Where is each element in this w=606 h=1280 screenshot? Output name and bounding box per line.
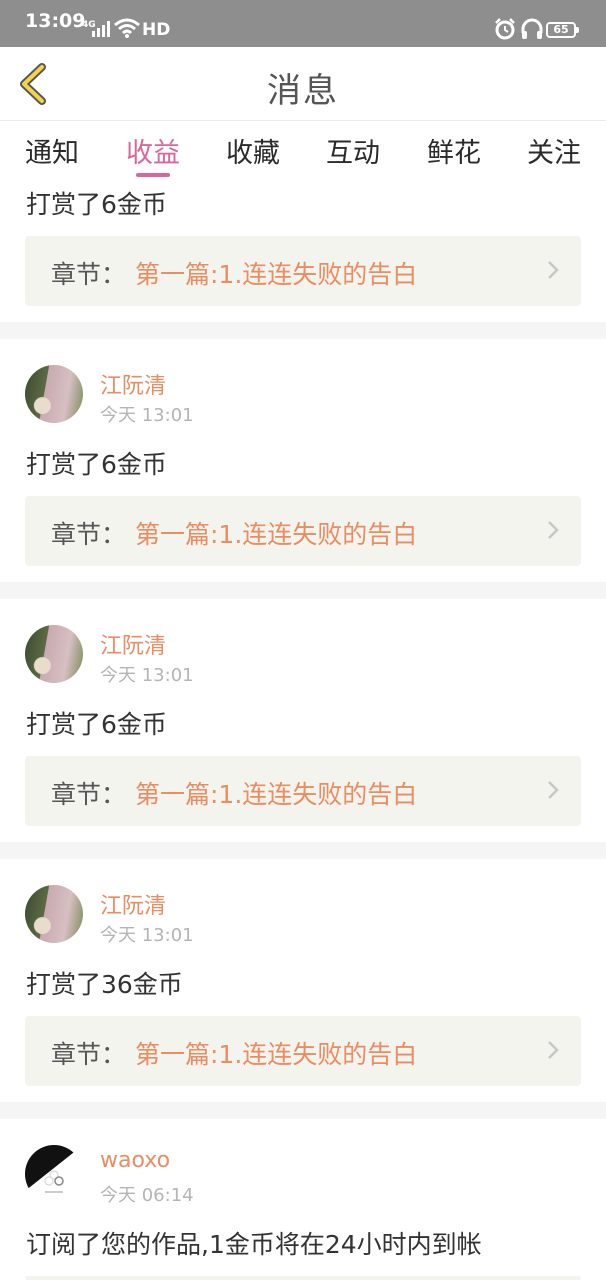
message-time: 今天 13:01 bbox=[100, 665, 194, 686]
status-time: 13:09 bbox=[25, 10, 86, 32]
nav-header: 消息 bbox=[0, 47, 606, 121]
list-item: 江阮清 今天 13:01 打赏了6金币 章节： 第一篇:1.连连失败的告白 bbox=[0, 599, 606, 842]
message-text: 打赏了36金币 bbox=[26, 970, 183, 999]
chevron-right-icon bbox=[548, 781, 559, 799]
message-time: 今天 06:14 bbox=[100, 1185, 194, 1206]
list-item: 打赏了6金币 章节： 第一篇:1.连连失败的告白 bbox=[0, 181, 606, 322]
status-bar: 13:09 4G HD 65 bbox=[0, 0, 606, 47]
avatar[interactable] bbox=[25, 1145, 83, 1203]
divider bbox=[0, 842, 606, 859]
active-tab-indicator bbox=[136, 173, 170, 177]
battery-icon: 65 bbox=[546, 22, 579, 38]
chevron-right-icon bbox=[548, 521, 559, 539]
chapter-label: 章节： bbox=[51, 780, 127, 809]
message-time: 今天 13:01 bbox=[100, 405, 194, 426]
chapter-name: 第一篇:1.连连失败的告白 bbox=[135, 1040, 418, 1069]
divider bbox=[0, 1102, 606, 1119]
hd-indicator: HD bbox=[142, 20, 171, 40]
tab-flowers[interactable]: 鲜花 bbox=[414, 131, 494, 170]
divider bbox=[0, 582, 606, 599]
divider bbox=[0, 322, 606, 339]
message-text: 打赏了6金币 bbox=[26, 450, 167, 479]
message-text: 打赏了6金币 bbox=[26, 710, 167, 739]
message-time: 今天 13:01 bbox=[100, 925, 194, 946]
chapter-name: 第一篇:1.连连失败的告白 bbox=[135, 520, 418, 549]
tab-favorites[interactable]: 收藏 bbox=[213, 131, 293, 170]
chapter-link[interactable]: 章节： 第一篇:1.连连失败的告白 bbox=[25, 496, 581, 566]
chevron-right-icon bbox=[548, 1041, 559, 1059]
message-text: 订阅了您的作品,1金币将在24小时内到帐 bbox=[26, 1230, 482, 1259]
chapter-name: 第一篇:1.连连失败的告白 bbox=[135, 260, 418, 289]
username[interactable]: 江阮清 bbox=[100, 368, 166, 400]
list-item: waoxo 今天 06:14 订阅了您的作品,1金币将在24小时内到帐 bbox=[0, 1119, 606, 1280]
message-list[interactable]: 打赏了6金币 章节： 第一篇:1.连连失败的告白 江阮清 今天 13:01 打赏… bbox=[0, 181, 606, 1280]
username[interactable]: 江阮清 bbox=[100, 888, 166, 920]
avatar[interactable] bbox=[25, 625, 83, 683]
chapter-name: 第一篇:1.连连失败的告白 bbox=[135, 780, 418, 809]
list-item: 江阮清 今天 13:01 打赏了6金币 章节： 第一篇:1.连连失败的告白 bbox=[0, 339, 606, 582]
avatar[interactable] bbox=[25, 365, 83, 423]
chapter-link[interactable] bbox=[25, 1276, 581, 1280]
alarm-icon bbox=[495, 18, 515, 40]
username[interactable]: 江阮清 bbox=[100, 628, 166, 660]
tab-follows[interactable]: 关注 bbox=[514, 131, 594, 170]
chapter-label: 章节： bbox=[51, 520, 127, 549]
page-title: 消息 bbox=[267, 71, 339, 111]
chapter-label: 章节： bbox=[51, 260, 127, 289]
chevron-right-icon bbox=[548, 261, 559, 279]
tab-bar: 通知 收益 收藏 互动 鲜花 关注 bbox=[0, 121, 606, 181]
username[interactable]: waoxo bbox=[100, 1148, 170, 1173]
tab-notifications[interactable]: 通知 bbox=[12, 131, 92, 170]
avatar[interactable] bbox=[25, 885, 83, 943]
chapter-link[interactable]: 章节： 第一篇:1.连连失败的告白 bbox=[25, 1016, 581, 1086]
headset-icon bbox=[521, 18, 543, 39]
signal-icon bbox=[92, 21, 110, 37]
tab-earnings[interactable]: 收益 bbox=[113, 131, 193, 170]
chapter-link[interactable]: 章节： 第一篇:1.连连失败的告白 bbox=[25, 236, 581, 306]
message-text: 打赏了6金币 bbox=[26, 190, 167, 219]
wifi-icon bbox=[114, 18, 140, 38]
chapter-label: 章节： bbox=[51, 1040, 127, 1069]
list-item: 江阮清 今天 13:01 打赏了36金币 章节： 第一篇:1.连连失败的告白 bbox=[0, 859, 606, 1102]
chapter-link[interactable]: 章节： 第一篇:1.连连失败的告白 bbox=[25, 756, 581, 826]
tab-interactions[interactable]: 互动 bbox=[313, 131, 393, 170]
